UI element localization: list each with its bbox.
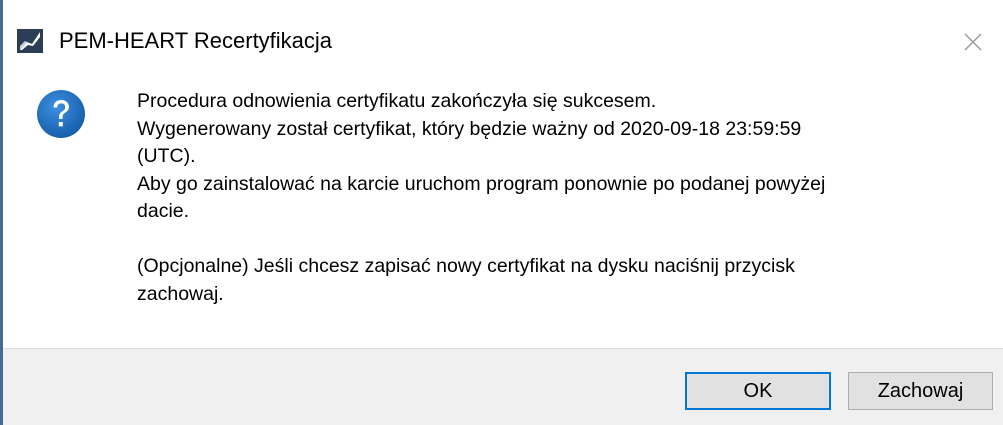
message-line-7: zachowaj. (137, 282, 224, 305)
message-line-3: (UTC). (137, 145, 196, 167)
dialog-window: PEM-HEART Recertyfikacja Procedura odnow… (0, 0, 1003, 425)
save-button[interactable]: Zachowaj (848, 372, 993, 410)
button-bar: OK Zachowaj (3, 348, 1003, 425)
message-line-2: Wygenerowany został certyfikat, który bę… (137, 117, 802, 140)
message-spacer (137, 226, 967, 254)
message-area: Procedura odnowienia certyfikatu zakończ… (3, 80, 1003, 348)
message-line-4: Aby go zainstalować na karcie uruchom pr… (137, 172, 826, 195)
message-line-6: (Opcjonalne) Jeśli chcesz zapisać nowy c… (137, 255, 795, 277)
message-line-1: Procedura odnowienia certyfikatu zakończ… (137, 90, 657, 112)
question-icon (36, 89, 86, 139)
title-bar[interactable]: PEM-HEART Recertyfikacja (3, 0, 1003, 80)
message-text: Procedura odnowienia certyfikatu zakończ… (137, 88, 967, 308)
close-button[interactable] (953, 22, 993, 62)
pem-heart-app-icon (17, 29, 43, 53)
close-icon (964, 33, 982, 51)
window-title: PEM-HEART Recertyfikacja (59, 28, 333, 53)
message-line-5: dacie. (137, 200, 190, 222)
ok-button[interactable]: OK (685, 372, 831, 410)
